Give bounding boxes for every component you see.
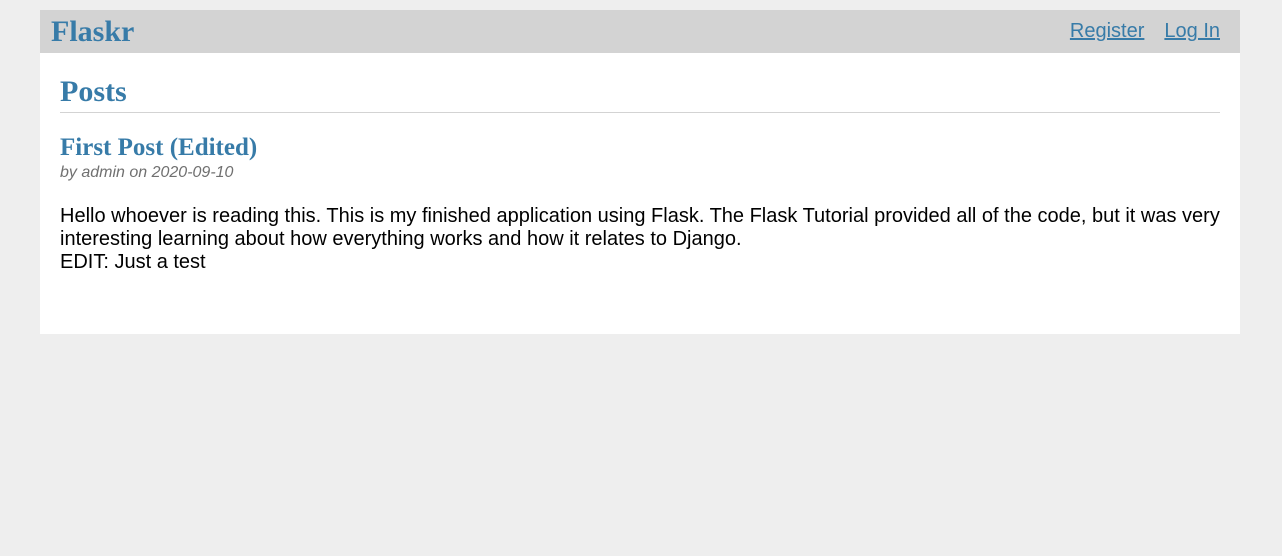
- content-header: Posts: [60, 53, 1220, 113]
- top-nav: Flaskr Register Log In: [40, 10, 1240, 53]
- post-title: First Post (Edited): [60, 134, 258, 161]
- site-brand: Flaskr: [51, 15, 135, 48]
- post: First Post (Edited) by admin on 2020-09-…: [60, 113, 1220, 294]
- page-title: Posts: [60, 75, 127, 108]
- page-container: Flaskr Register Log In Posts First Post …: [40, 10, 1240, 334]
- login-link[interactable]: Log In: [1164, 19, 1220, 43]
- post-meta: by admin on 2020-09-10: [60, 164, 234, 181]
- post-header: First Post (Edited) by admin on 2020-09-…: [60, 133, 1220, 183]
- nav-links: Register Log In: [1070, 19, 1220, 43]
- main-content: Posts First Post (Edited) by admin on 20…: [40, 53, 1240, 334]
- post-body: Hello whoever is reading this. This is m…: [60, 205, 1220, 273]
- register-link[interactable]: Register: [1070, 19, 1144, 43]
